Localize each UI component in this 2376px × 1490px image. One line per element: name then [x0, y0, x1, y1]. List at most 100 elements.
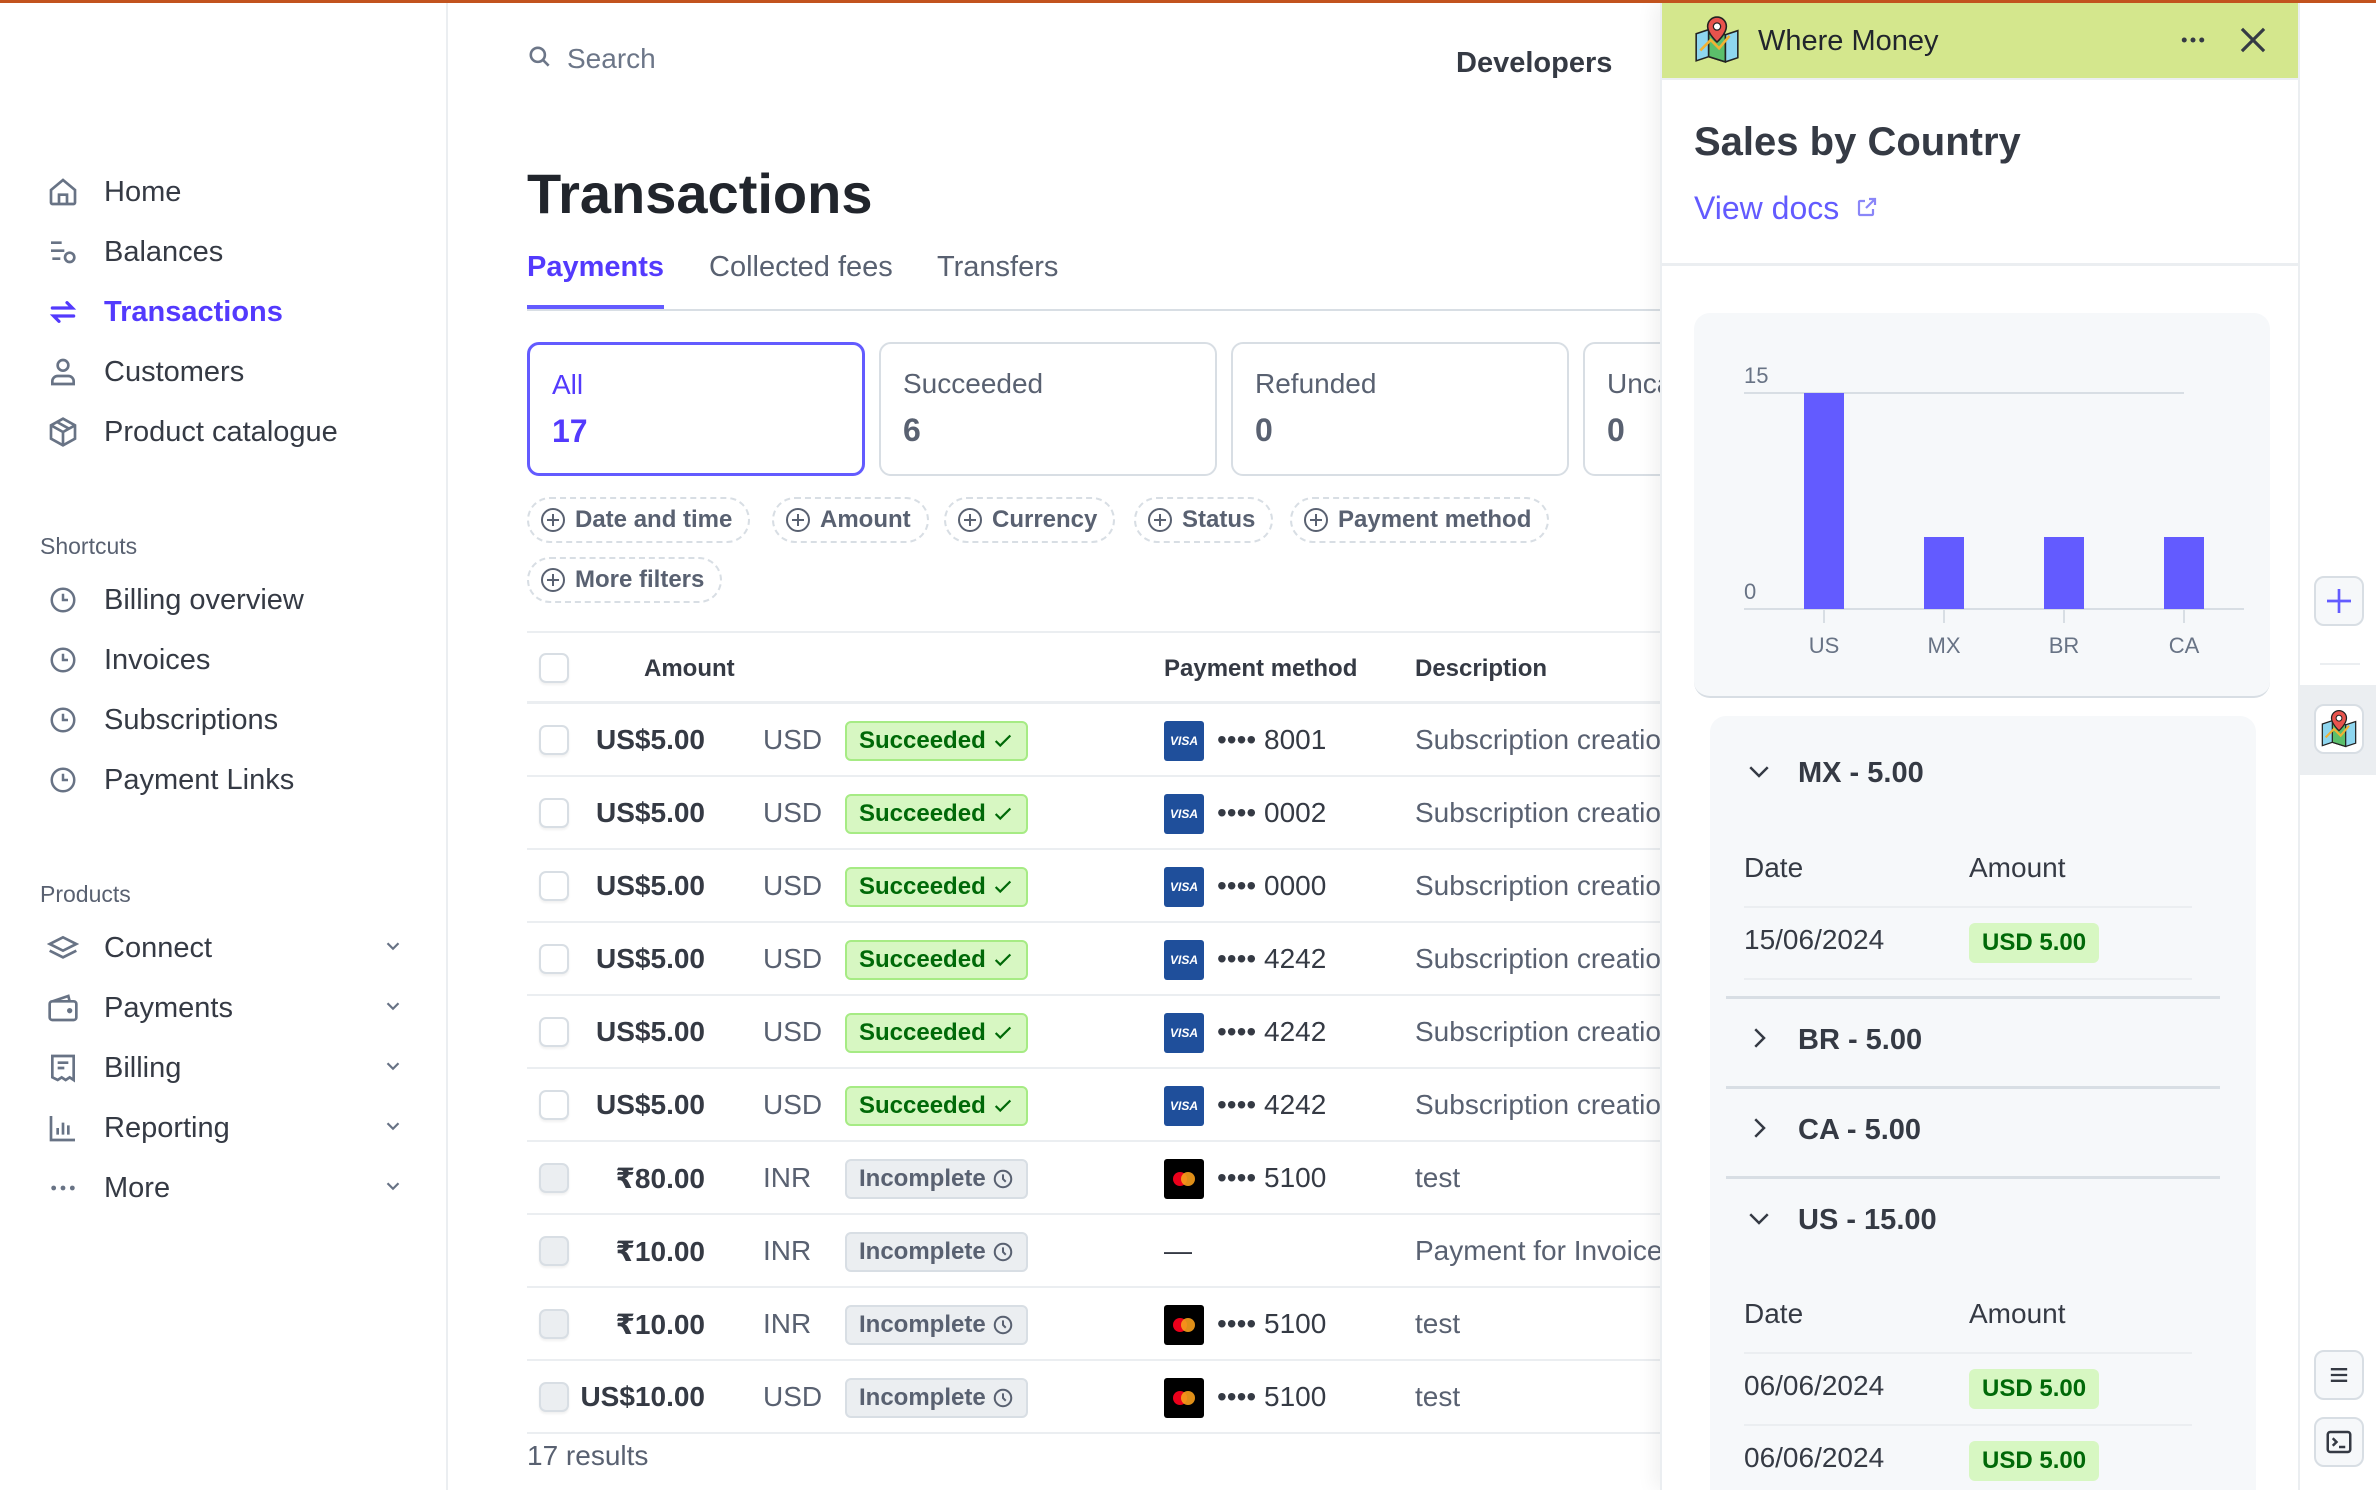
tab-payments[interactable]: Payments — [527, 251, 665, 309]
accordion-us-toggle[interactable]: US - 15.00 — [1744, 1203, 1937, 1238]
table-row[interactable]: US$5.00 USD Succeeded VISA •••• 4242 Sub… — [527, 996, 1676, 1069]
search-icon — [527, 44, 553, 75]
plus-circle-icon — [958, 508, 982, 532]
status-card-refunded[interactable]: Refunded 0 — [1231, 342, 1569, 476]
map-pin-app-icon — [2321, 710, 2357, 748]
sidebar-item-balances[interactable]: Balances — [44, 227, 404, 277]
sidebar-item-label: Customers — [104, 355, 245, 388]
filter-amount[interactable]: Amount — [772, 497, 929, 543]
status-card-succeeded[interactable]: Succeeded 6 — [879, 342, 1217, 476]
sales-bar-chart: 0 15 US MX BR CA — [1744, 363, 2244, 658]
description: Subscription creation — [1415, 1016, 1677, 1047]
customer-icon — [44, 353, 82, 391]
row-checkbox[interactable] — [539, 1236, 569, 1266]
external-link-icon — [1855, 190, 1879, 227]
filter-currency[interactable]: Currency — [944, 497, 1116, 543]
products-heading: Products — [40, 881, 131, 907]
status-card-uncaptured[interactable]: Uncaptured 0 — [1583, 342, 1660, 476]
amount: US$5.00 — [596, 1089, 705, 1120]
amount: US$10.00 — [580, 1381, 705, 1412]
sidebar-item-home[interactable]: Home — [44, 167, 404, 217]
sidebar-item-label: Transactions — [104, 295, 283, 328]
col-amount: Amount — [1969, 852, 2066, 883]
row-checkbox[interactable] — [539, 1309, 569, 1339]
row-checkbox[interactable] — [539, 944, 569, 974]
accordion-separator — [1726, 1176, 2220, 1179]
table-row[interactable]: ₹10.00 INR Incomplete — Payment for Invo… — [527, 1215, 1662, 1288]
chevron-down-icon[interactable] — [382, 935, 404, 962]
sidebar-item-billing[interactable]: Billing — [44, 1043, 404, 1093]
add-app-button[interactable] — [2314, 576, 2364, 626]
column-description[interactable]: Description — [1415, 655, 1547, 683]
search-input[interactable]: Search — [527, 43, 656, 75]
sidebar-item-invoices[interactable]: Invoices — [44, 635, 404, 685]
top-accent-bar — [0, 0, 2376, 3]
sidebar-item-reporting[interactable]: Reporting — [44, 1103, 404, 1153]
table-row[interactable]: US$5.00 USD Succeeded VISA •••• 4242 Sub… — [527, 1069, 1676, 1142]
filter-payment-method[interactable]: Payment method — [1290, 497, 1550, 543]
row-checkbox[interactable] — [539, 1090, 569, 1120]
table-row[interactable]: ₹10.00 INR Incomplete •••• 5100 test — [527, 1288, 1660, 1361]
row-checkbox[interactable] — [539, 1017, 569, 1047]
filter-label: More filters — [575, 566, 705, 593]
table-row[interactable]: US$5.00 USD Succeeded VISA •••• 0000 Sub… — [527, 850, 1676, 923]
row-checkbox[interactable] — [539, 1163, 569, 1193]
where-money-app-button[interactable] — [2314, 704, 2364, 754]
table-row[interactable]: US$5.00 USD Succeeded VISA •••• 8001 Sub… — [527, 704, 1676, 777]
bar-br — [2044, 537, 2084, 609]
status-badge: Succeeded — [845, 940, 1028, 980]
table-row[interactable]: US$5.00 USD Succeeded VISA •••• 4242 Sub… — [527, 923, 1676, 996]
view-docs-label: View docs — [1694, 190, 1840, 226]
sidebar-item-payment-links[interactable]: Payment Links — [44, 755, 404, 805]
hamburger-icon — [2330, 1368, 2348, 1382]
terminal-button[interactable] — [2314, 1417, 2364, 1467]
accordion-ca-toggle[interactable]: CA - 5.00 — [1744, 1113, 1921, 1148]
select-all-checkbox[interactable] — [539, 653, 569, 683]
status-card-all[interactable]: All 17 — [527, 342, 865, 476]
tab-transfers[interactable]: Transfers — [937, 251, 1058, 309]
status-label: Succeeded — [859, 1092, 986, 1119]
row-checkbox[interactable] — [539, 725, 569, 755]
column-payment-method[interactable]: Payment method — [1164, 655, 1357, 683]
table-row[interactable]: US$10.00 USD Incomplete •••• 5100 test — [527, 1361, 1660, 1434]
filter-more-filters[interactable]: More filters — [527, 557, 723, 603]
sidebar-item-customers[interactable]: Customers — [44, 347, 404, 397]
clock-icon — [44, 761, 82, 799]
plus-circle-icon — [541, 568, 565, 592]
column-amount[interactable]: Amount — [644, 655, 735, 683]
close-icon[interactable] — [2234, 21, 2272, 64]
card-last4: •••• 5100 — [1217, 1308, 1327, 1339]
more-options-icon[interactable] — [2176, 25, 2210, 60]
chevron-down-icon[interactable] — [382, 1055, 404, 1082]
description: Subscription creation — [1415, 724, 1677, 755]
filter-label: Date and time — [575, 506, 733, 533]
plus-circle-icon — [541, 508, 565, 532]
sidebar-item-connect[interactable]: Connect — [44, 923, 404, 973]
table-row[interactable]: US$5.00 USD Succeeded VISA •••• 0002 Sub… — [527, 777, 1676, 850]
view-docs-link[interactable]: View docs — [1694, 190, 1879, 227]
sidebar-item-billing-overview[interactable]: Billing overview — [44, 575, 404, 625]
developers-link[interactable]: Developers — [1456, 47, 1612, 80]
card-label: Succeeded — [903, 368, 1044, 399]
filter-status[interactable]: Status — [1134, 497, 1274, 543]
chevron-down-icon[interactable] — [382, 1115, 404, 1142]
tab-collected-fees[interactable]: Collected fees — [709, 251, 893, 309]
status-badge: Succeeded — [845, 867, 1028, 907]
sidebar-item-subscriptions[interactable]: Subscriptions — [44, 695, 404, 745]
table-row[interactable]: ₹80.00 INR Incomplete •••• 5100 test — [527, 1142, 1660, 1215]
accordion-br-toggle[interactable]: BR - 5.00 — [1744, 1023, 1922, 1058]
row-checkbox[interactable] — [539, 798, 569, 828]
chevron-down-icon[interactable] — [382, 1175, 404, 1202]
chevron-down-icon[interactable] — [382, 995, 404, 1022]
row-checkbox[interactable] — [539, 871, 569, 901]
sidebar-item-transactions[interactable]: Transactions — [44, 287, 404, 337]
row-checkbox[interactable] — [539, 1382, 569, 1412]
sidebar-item-more[interactable]: More — [44, 1163, 404, 1213]
sidebar-item-product-catalogue[interactable]: Product catalogue — [44, 407, 404, 457]
sidebar-item-payments[interactable]: Payments — [44, 983, 404, 1033]
status-badge: Incomplete — [845, 1159, 1028, 1199]
menu-button[interactable] — [2314, 1350, 2364, 1400]
accordion-mx-toggle[interactable]: MX - 5.00 — [1744, 756, 1924, 791]
sidebar-item-label: Payment Links — [104, 763, 295, 796]
filter-date-and-time[interactable]: Date and time — [527, 497, 751, 543]
